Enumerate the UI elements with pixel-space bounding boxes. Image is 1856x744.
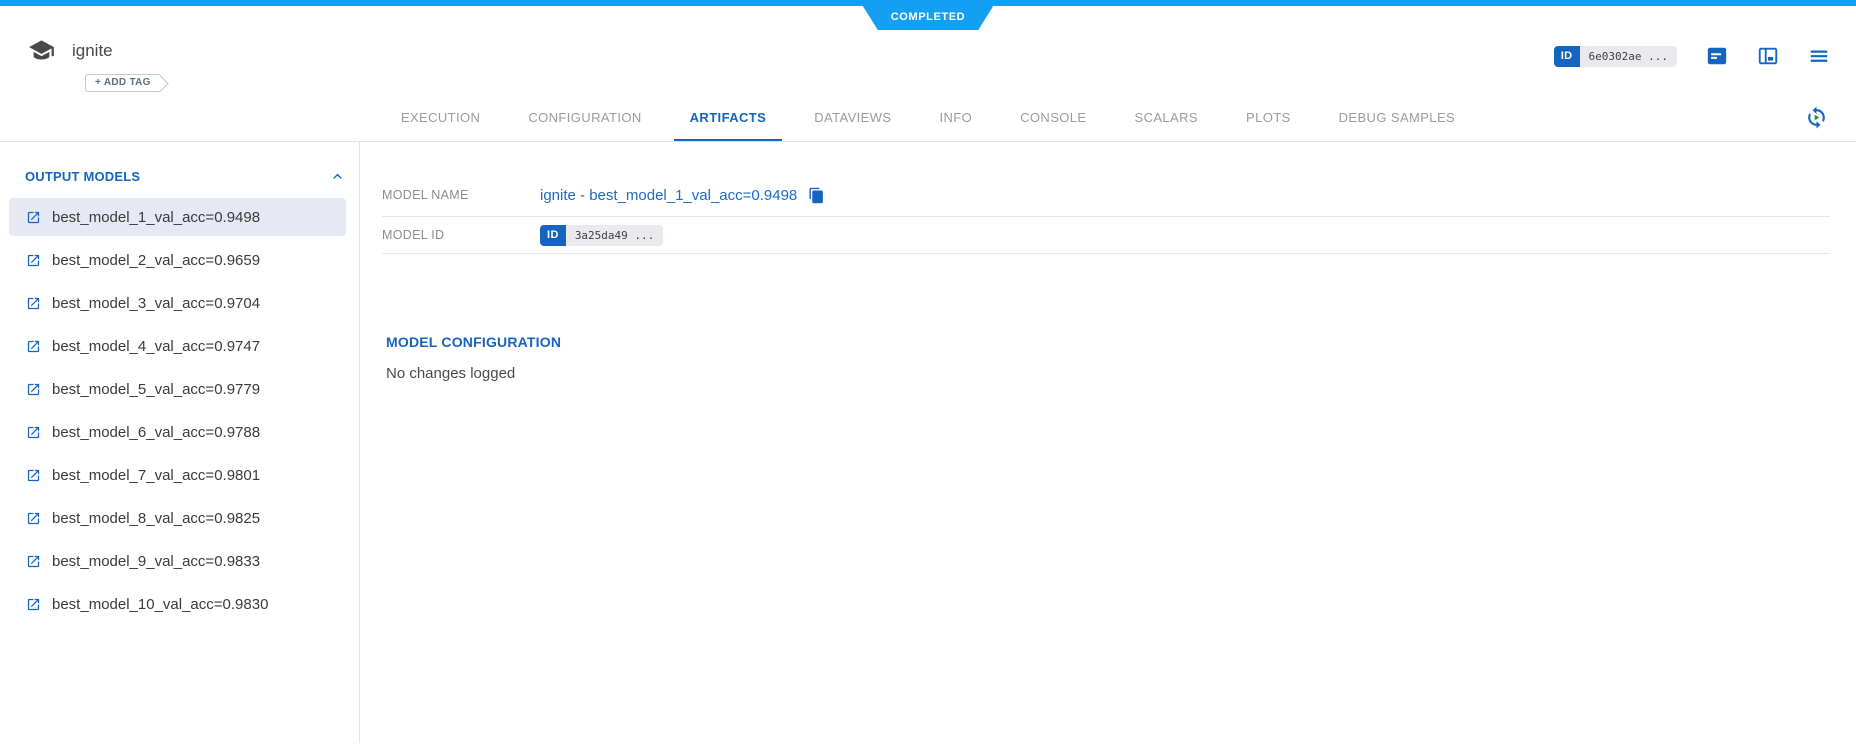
tab-info[interactable]: INFO <box>923 95 988 141</box>
model-item-best-model-10-val-acc-0-9830[interactable]: best_model_10_val_acc=0.9830 <box>9 585 346 623</box>
model-configuration-title: MODEL CONFIGURATION <box>386 334 1830 350</box>
model-item-label: best_model_2_val_acc=0.9659 <box>52 252 260 269</box>
model-list: best_model_1_val_acc=0.9498 best_model_2… <box>0 198 359 623</box>
tab-label: DEBUG SAMPLES <box>1339 110 1455 125</box>
sidebar-section-title: OUTPUT MODELS <box>25 169 140 184</box>
model-name-value-group: ignite - best_model_1_val_acc=0.9498 <box>540 187 825 204</box>
model-item-label: best_model_5_val_acc=0.9779 <box>52 381 260 398</box>
tab-execution[interactable]: EXECUTION <box>385 95 496 141</box>
open-in-new-icon <box>26 597 41 612</box>
model-item-best-model-7-val-acc-0-9801[interactable]: best_model_7_val_acc=0.9801 <box>9 456 346 494</box>
model-item-label: best_model_6_val_acc=0.9788 <box>52 424 260 441</box>
open-in-new-icon <box>26 210 41 225</box>
details-panel-icon[interactable] <box>1706 45 1728 67</box>
tab-label: PLOTS <box>1246 110 1291 125</box>
header: ignite + ADD TAG ID 6e0302ae ... EXECUTI… <box>0 6 1856 142</box>
model-item-best-model-2-val-acc-0-9659[interactable]: best_model_2_val_acc=0.9659 <box>9 241 346 279</box>
model-id-label: MODEL ID <box>382 228 540 242</box>
model-item-label: best_model_3_val_acc=0.9704 <box>52 295 260 312</box>
tab-dataviews[interactable]: DATAVIEWS <box>798 95 907 141</box>
model-item-best-model-9-val-acc-0-9833[interactable]: best_model_9_val_acc=0.9833 <box>9 542 346 580</box>
page-title: ignite <box>72 41 113 61</box>
model-configuration-section: MODEL CONFIGURATION No changes logged <box>382 334 1830 382</box>
copy-icon[interactable] <box>808 187 825 204</box>
add-tag-button[interactable]: + ADD TAG <box>85 74 159 92</box>
model-name-link[interactable]: ignite - best_model_1_val_acc=0.9498 <box>540 187 797 204</box>
tab-plots[interactable]: PLOTS <box>1230 95 1307 141</box>
tab-configuration[interactable]: CONFIGURATION <box>512 95 657 141</box>
tab-label: DATAVIEWS <box>814 110 891 125</box>
open-in-new-icon <box>26 339 41 354</box>
open-in-new-icon <box>26 468 41 483</box>
model-item-label: best_model_1_val_acc=0.9498 <box>52 209 260 226</box>
model-item-label: best_model_7_val_acc=0.9801 <box>52 467 260 484</box>
open-in-new-icon <box>26 382 41 397</box>
model-item-best-model-6-val-acc-0-9788[interactable]: best_model_6_val_acc=0.9788 <box>9 413 346 451</box>
model-item-label: best_model_8_val_acc=0.9825 <box>52 510 260 527</box>
model-name-label: MODEL NAME <box>382 188 540 202</box>
configuration-empty-message: No changes logged <box>386 365 1830 382</box>
model-id-chip[interactable]: ID 3a25da49 ... <box>540 225 663 246</box>
open-in-new-icon <box>26 425 41 440</box>
tab-label: CONSOLE <box>1020 110 1086 125</box>
main-area: OUTPUT MODELS best_model_1_val_acc=0.949… <box>0 142 1856 743</box>
split-view-icon[interactable] <box>1757 45 1779 67</box>
menu-icon[interactable] <box>1808 45 1830 67</box>
tab-console[interactable]: CONSOLE <box>1004 95 1102 141</box>
model-item-label: best_model_10_val_acc=0.9830 <box>52 596 268 613</box>
tab-label: ARTIFACTS <box>690 110 767 125</box>
tab-scalars[interactable]: SCALARS <box>1119 95 1215 141</box>
tab-label: SCALARS <box>1135 110 1199 125</box>
auto-refresh-icon[interactable] <box>1804 105 1829 130</box>
experiment-type-icon <box>28 37 55 64</box>
output-models-sidebar: OUTPUT MODELS best_model_1_val_acc=0.949… <box>0 142 360 743</box>
header-actions: ID 6e0302ae ... <box>1554 45 1830 67</box>
tab-label: INFO <box>939 110 972 125</box>
model-item-best-model-5-val-acc-0-9779[interactable]: best_model_5_val_acc=0.9779 <box>9 370 346 408</box>
open-in-new-icon <box>26 253 41 268</box>
chevron-up-icon[interactable] <box>329 168 346 185</box>
id-badge: ID <box>540 225 566 246</box>
tab-debug-samples[interactable]: DEBUG SAMPLES <box>1323 95 1471 141</box>
model-item-label: best_model_9_val_acc=0.9833 <box>52 553 260 570</box>
tab-label: CONFIGURATION <box>528 110 641 125</box>
model-id-row: MODEL ID ID 3a25da49 ... <box>382 217 1830 254</box>
open-in-new-icon <box>26 511 41 526</box>
sidebar-section-header: OUTPUT MODELS <box>0 168 359 185</box>
model-item-best-model-3-val-acc-0-9704[interactable]: best_model_3_val_acc=0.9704 <box>9 284 346 322</box>
model-name-row: MODEL NAME ignite - best_model_1_val_acc… <box>382 174 1830 217</box>
experiment-brand: ignite <box>28 37 113 64</box>
open-in-new-icon <box>26 296 41 311</box>
model-detail-panel: MODEL NAME ignite - best_model_1_val_acc… <box>360 142 1856 743</box>
model-item-best-model-4-val-acc-0-9747[interactable]: best_model_4_val_acc=0.9747 <box>9 327 346 365</box>
tab-artifacts[interactable]: ARTIFACTS <box>674 95 783 141</box>
id-value: 3a25da49 ... <box>566 225 663 246</box>
tab-bar: EXECUTION CONFIGURATION ARTIFACTS DATAVI… <box>0 95 1856 141</box>
experiment-id-chip[interactable]: ID 6e0302ae ... <box>1554 46 1677 67</box>
model-item-best-model-8-val-acc-0-9825[interactable]: best_model_8_val_acc=0.9825 <box>9 499 346 537</box>
id-value: 6e0302ae ... <box>1580 46 1677 67</box>
open-in-new-icon <box>26 554 41 569</box>
tab-label: EXECUTION <box>401 110 480 125</box>
model-item-label: best_model_4_val_acc=0.9747 <box>52 338 260 355</box>
model-item-best-model-1-val-acc-0-9498[interactable]: best_model_1_val_acc=0.9498 <box>9 198 346 236</box>
id-badge: ID <box>1554 46 1580 67</box>
